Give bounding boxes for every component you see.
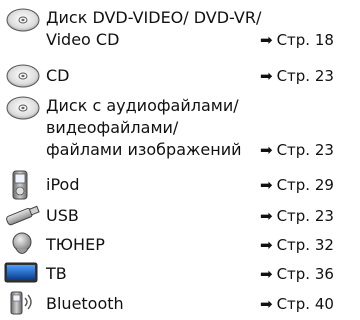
page-reference[interactable]: ➡ Стр. 40 — [260, 294, 334, 314]
page-reference-text: Стр. 29 — [276, 176, 334, 194]
arrow-right-icon: ➡ — [260, 265, 273, 283]
page-reference-text: Стр. 40 — [276, 295, 334, 313]
arrow-right-icon: ➡ — [260, 31, 273, 49]
list-item-dvd: Диск DVD-VIDEO/ DVD-VR/ Video CD ➡ Стр. 1… — [0, 8, 360, 54]
usb-stick-icon — [2, 204, 42, 230]
source-reference-list: Диск DVD-VIDEO/ DVD-VR/ Video CD ➡ Стр. 1… — [0, 0, 360, 316]
ipod-icon — [10, 170, 30, 204]
item-label-line: Диск с аудиофайлами/ — [46, 96, 239, 115]
list-item-tuner: ТЮНЕР ➡ Стр. 32 — [0, 232, 360, 258]
item-label-line: TB — [46, 264, 67, 283]
list-item-tv: TB ➡ Стр. 36 — [0, 262, 360, 286]
item-label-line: Диск DVD-VIDEO/ DVD-VR/ — [46, 8, 262, 27]
item-label-line: CD — [46, 66, 70, 85]
page-reference-text: Стр. 32 — [276, 236, 334, 254]
arrow-right-icon: ➡ — [260, 67, 273, 85]
item-label-line: USB — [46, 206, 79, 225]
arrow-right-icon: ➡ — [260, 295, 273, 313]
page-reference[interactable]: ➡ Стр. 36 — [260, 264, 334, 284]
item-label-line: iPod — [46, 175, 80, 194]
arrow-right-icon: ➡ — [260, 207, 273, 225]
list-item-bluetooth: Bluetooth ➡ Стр. 40 — [0, 288, 360, 316]
bluetooth-phone-icon — [8, 288, 38, 320]
disc-icon — [6, 8, 40, 36]
page-reference[interactable]: ➡ Стр. 32 — [260, 235, 334, 255]
radio-tuner-icon — [10, 232, 34, 262]
page-reference[interactable]: ➡ Стр. 23 — [260, 206, 334, 226]
list-item-media-files-disc: Диск с аудиофайлами/ видеофайлами/ файла… — [0, 96, 360, 162]
item-label-line: файлами изображений — [46, 140, 242, 159]
page-reference-text: Стр. 23 — [276, 207, 334, 225]
disc-icon — [6, 64, 40, 92]
item-label-line: Video CD — [46, 30, 120, 49]
list-item-usb: USB ➡ Стр. 23 — [0, 204, 360, 228]
page-reference-text: Стр. 23 — [276, 141, 334, 159]
page-reference-text: Стр. 23 — [276, 67, 334, 85]
page-reference[interactable]: ➡ Стр. 23 — [260, 140, 334, 160]
arrow-right-icon: ➡ — [260, 176, 273, 194]
disc-icon — [6, 96, 40, 124]
list-item-cd: CD ➡ Стр. 23 — [0, 64, 360, 88]
item-label-line: видеофайлами/ — [46, 118, 179, 137]
list-item-ipod: iPod ➡ Стр. 29 — [0, 170, 360, 200]
tv-icon — [4, 262, 40, 288]
arrow-right-icon: ➡ — [260, 141, 273, 159]
item-label-line: ТЮНЕР — [46, 235, 105, 254]
page-reference-text: Стр. 18 — [276, 31, 334, 49]
page-reference[interactable]: ➡ Стр. 23 — [260, 66, 334, 86]
page-reference-text: Стр. 36 — [276, 265, 334, 283]
arrow-right-icon: ➡ — [260, 236, 273, 254]
page-reference[interactable]: ➡ Стр. 29 — [260, 175, 334, 195]
page-reference[interactable]: ➡ Стр. 18 — [260, 30, 334, 50]
item-label-line: Bluetooth — [46, 294, 124, 313]
